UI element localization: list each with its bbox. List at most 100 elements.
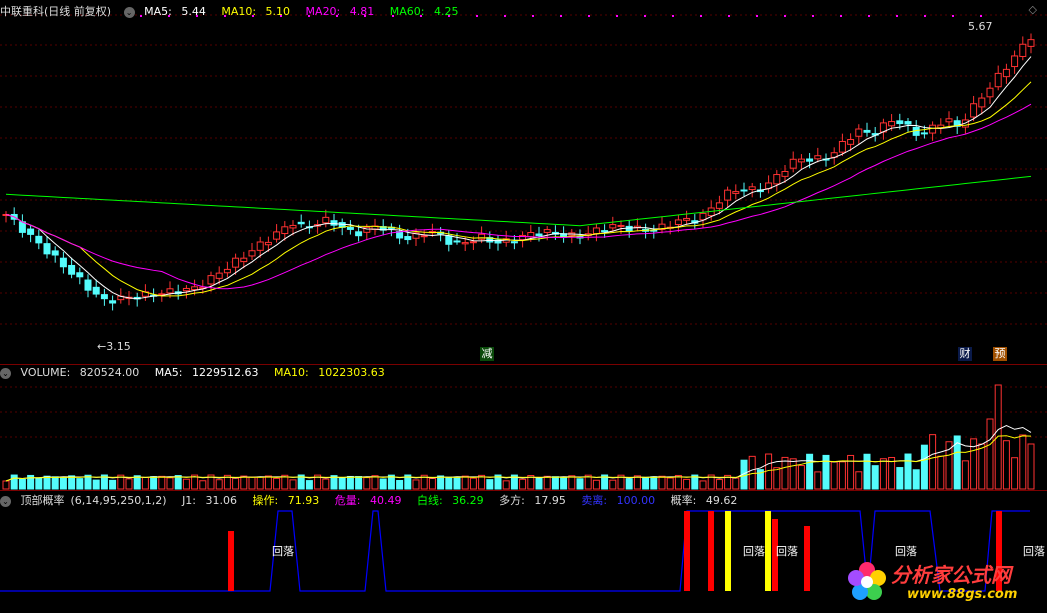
volume-bar xyxy=(199,480,207,490)
finance-marker[interactable]: 财 xyxy=(958,347,972,361)
ma20-line xyxy=(5,103,1032,290)
candle-body xyxy=(223,268,231,274)
top-marker xyxy=(644,15,646,17)
volume-bar xyxy=(879,458,887,490)
watermark-url: www.88gs.com xyxy=(907,587,1018,602)
signal-bar xyxy=(804,526,810,591)
candle-body xyxy=(182,287,190,292)
volume-bar xyxy=(732,477,740,490)
volume-bar xyxy=(141,476,149,490)
volume-bar xyxy=(871,465,879,490)
volume-bar xyxy=(68,475,76,490)
candle-body xyxy=(207,275,215,285)
signal-bar xyxy=(228,531,234,591)
volume-bar xyxy=(814,471,822,490)
volume-bar xyxy=(182,478,190,490)
volume-bar xyxy=(781,456,789,490)
volume-bar xyxy=(994,384,1002,490)
candle-body xyxy=(543,229,551,233)
candle-body xyxy=(273,231,281,240)
candle-body xyxy=(699,212,707,221)
candle-body xyxy=(715,202,723,209)
candle-body xyxy=(100,294,108,300)
volume-bar xyxy=(125,478,133,490)
volume-bar xyxy=(35,477,43,490)
candle-body xyxy=(904,121,912,125)
volume-panel[interactable]: ⌄ VOLUME: 820524.00 MA5: 1229512.63 MA10… xyxy=(0,365,1047,490)
candle-body xyxy=(945,118,953,123)
candle-body xyxy=(781,170,789,177)
forecast-marker[interactable]: 预 xyxy=(993,347,1007,361)
candle-body xyxy=(773,174,781,185)
volume-bar xyxy=(92,479,100,490)
volume-bar xyxy=(338,477,346,490)
candle-body xyxy=(535,233,543,237)
volume-bar xyxy=(642,476,650,490)
volume-bar xyxy=(806,453,814,490)
candle-body xyxy=(748,186,756,191)
volume-bar xyxy=(1002,440,1010,490)
volume-bar xyxy=(920,444,928,490)
collapse-icon[interactable]: ⌄ xyxy=(123,6,135,18)
pullback-label: 回落 xyxy=(743,545,765,558)
top-marker xyxy=(952,15,954,17)
top-marker xyxy=(560,15,562,17)
volume-bar xyxy=(830,461,838,490)
volume-bar xyxy=(428,477,436,490)
top-marker xyxy=(868,15,870,17)
collapse-icon[interactable]: ⌄ xyxy=(0,367,11,379)
candlestick-chart xyxy=(0,14,1047,325)
collapse-icon[interactable]: ⌄ xyxy=(0,495,11,507)
top-marker xyxy=(504,15,506,17)
price-panel[interactable]: 中联重科(日线 前复权) ⌄ MA5: 5.44 MA10: 5.10 MA20… xyxy=(0,0,1047,364)
volume-bar xyxy=(896,467,904,490)
candle-body xyxy=(232,257,240,268)
price-title-bar: 中联重科(日线 前复权) ⌄ MA5: 5.44 MA10: 5.10 MA20… xyxy=(0,3,470,21)
candle-body xyxy=(617,224,625,227)
volume-bar xyxy=(158,475,166,490)
volume-bar xyxy=(273,477,281,490)
reduce-marker[interactable]: 减 xyxy=(480,347,494,361)
volume-bar xyxy=(945,441,953,490)
volume-bar xyxy=(937,455,945,490)
signal-bar xyxy=(725,511,731,591)
candle-body xyxy=(453,240,461,243)
volume-bar xyxy=(264,475,272,490)
volume-bar xyxy=(486,479,494,490)
candle-body xyxy=(855,128,863,137)
top-marker xyxy=(980,15,982,17)
candle-body xyxy=(510,241,518,244)
candle-body xyxy=(281,226,289,235)
volume-bar xyxy=(658,475,666,490)
volume-bar xyxy=(863,453,871,490)
volume-bar xyxy=(437,475,445,490)
candle-body xyxy=(76,272,84,278)
low-price-label: ←3.15 xyxy=(97,340,131,353)
volume-bar xyxy=(240,475,248,490)
candle-body xyxy=(68,264,76,275)
volume-bar xyxy=(699,480,707,490)
candle-body xyxy=(109,300,117,304)
volume-title-bar: ⌄ VOLUME: 820524.00 MA5: 1229512.63 MA10… xyxy=(0,366,397,384)
volume-bar xyxy=(371,475,379,490)
candle-body xyxy=(445,235,453,245)
candle-body xyxy=(346,227,354,230)
top-marker xyxy=(476,15,478,17)
candle-body xyxy=(84,279,92,291)
candle-body xyxy=(978,97,986,108)
candle-body xyxy=(920,132,928,135)
volume-bar xyxy=(248,476,256,490)
candle-body xyxy=(683,217,691,221)
candle-body xyxy=(896,120,904,125)
candle-body xyxy=(724,189,732,201)
volume-bar xyxy=(215,479,223,490)
candle-body xyxy=(264,241,272,246)
volume-bar xyxy=(232,477,240,490)
top-marker xyxy=(532,15,534,17)
volume-bar xyxy=(1011,457,1019,490)
period-label: (日线 前复权) xyxy=(44,5,112,18)
volume-bar xyxy=(592,479,600,490)
candle-body xyxy=(478,233,486,240)
volume-bar xyxy=(174,475,182,490)
volume-bar xyxy=(396,480,404,490)
